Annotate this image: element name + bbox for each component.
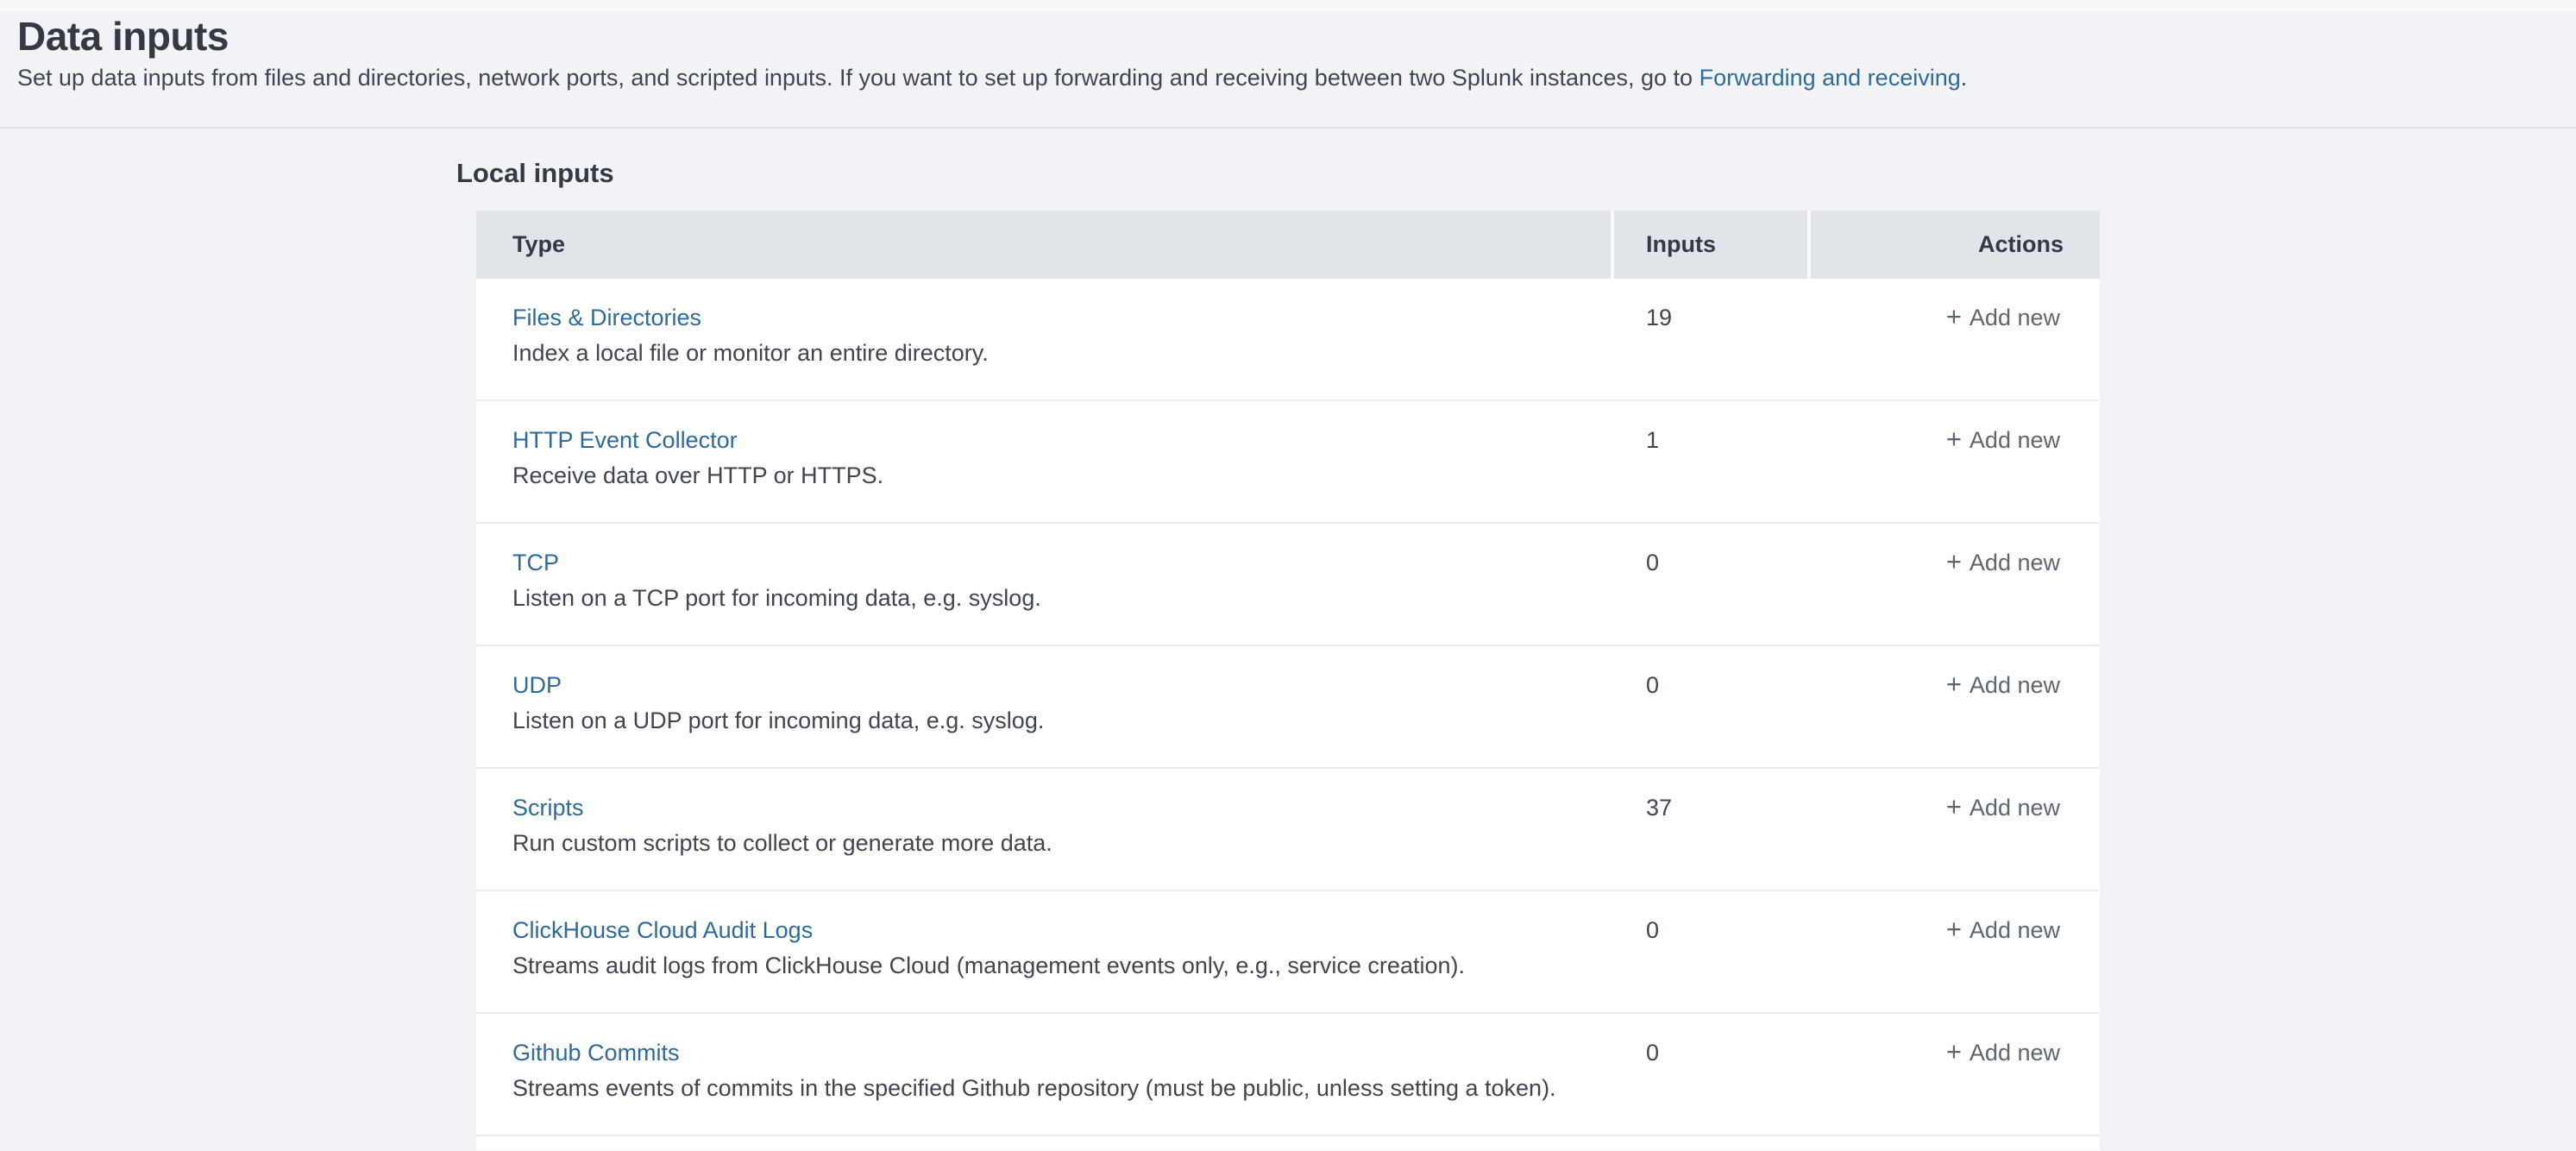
input-count: 0: [1614, 646, 1807, 767]
input-type-description: Index a local file or monitor an entire …: [512, 341, 1614, 365]
top-strip: [0, 0, 2576, 10]
table-row: Files & Directories Index a local file o…: [476, 279, 2100, 401]
table-row: ClickHouse Cloud Audit Logs Streams audi…: [476, 891, 2100, 1014]
plus-icon: +: [1946, 670, 1962, 698]
add-new-label: Add new: [1970, 1040, 2060, 1066]
page-subtitle: Set up data inputs from files and direct…: [17, 64, 2576, 91]
add-new-link[interactable]: + Add new: [1946, 427, 2060, 453]
content-area: Local inputs Type Inputs Actions Files &…: [0, 158, 2576, 1150]
plus-icon: +: [1946, 425, 1962, 453]
table-row: Github Commits Streams events of commits…: [476, 1014, 2100, 1136]
plus-icon: +: [1946, 915, 1962, 943]
table-row: UDP Listen on a UDP port for incoming da…: [476, 646, 2100, 769]
subtitle-text: Set up data inputs from files and direct…: [17, 65, 1700, 91]
input-count: 0: [1614, 891, 1807, 1012]
table-row: TCP Listen on a TCP port for incoming da…: [476, 524, 2100, 646]
page-header: Data inputs Set up data inputs from file…: [0, 16, 2576, 129]
add-new-label: Add new: [1970, 305, 2060, 330]
plus-icon: +: [1946, 548, 1962, 576]
input-type-description: Listen on a UDP port for incoming data, …: [512, 708, 1614, 733]
input-count: 19: [1614, 279, 1807, 399]
add-new-link[interactable]: + Add new: [1946, 305, 2060, 330]
type-cell: HTTP Event Collector Receive data over H…: [476, 401, 1614, 522]
input-type-link[interactable]: HTTP Event Collector: [512, 428, 738, 452]
actions-cell: + Add new: [1807, 401, 2096, 522]
input-type-link[interactable]: Github Commits: [512, 1041, 680, 1065]
add-new-label: Add new: [1970, 427, 2060, 453]
table-header-row: Type Inputs Actions: [476, 211, 2100, 279]
add-new-label: Add new: [1970, 795, 2060, 821]
input-type-description: Streams events of commits in the specifi…: [512, 1076, 1614, 1100]
partial-next-row: [476, 1136, 2100, 1150]
add-new-link[interactable]: + Add new: [1946, 917, 2060, 943]
actions-cell: + Add new: [1807, 646, 2096, 767]
type-cell: ClickHouse Cloud Audit Logs Streams audi…: [476, 891, 1614, 1012]
page-title: Data inputs: [17, 16, 2576, 57]
input-type-link[interactable]: ClickHouse Cloud Audit Logs: [512, 918, 813, 942]
input-type-link[interactable]: Files & Directories: [512, 305, 701, 330]
add-new-label: Add new: [1970, 917, 2060, 943]
column-header-inputs[interactable]: Inputs: [1614, 211, 1807, 279]
local-inputs-table: Type Inputs Actions Files & Directories …: [476, 211, 2100, 1150]
table-row: HTTP Event Collector Receive data over H…: [476, 401, 2100, 524]
input-type-link[interactable]: TCP: [512, 550, 559, 575]
column-header-type[interactable]: Type: [476, 211, 1611, 279]
forwarding-and-receiving-link[interactable]: Forwarding and receiving: [1700, 65, 1961, 91]
actions-cell: + Add new: [1807, 279, 2096, 399]
table-body: Files & Directories Index a local file o…: [476, 279, 2100, 1136]
type-cell: Github Commits Streams events of commits…: [476, 1014, 1614, 1135]
actions-cell: + Add new: [1807, 524, 2096, 645]
input-count: 0: [1614, 1014, 1807, 1135]
actions-cell: + Add new: [1807, 891, 2096, 1012]
section-heading-local-inputs: Local inputs: [456, 158, 2576, 189]
type-cell: Files & Directories Index a local file o…: [476, 279, 1614, 399]
type-cell: Scripts Run custom scripts to collect or…: [476, 769, 1614, 890]
table-row: Scripts Run custom scripts to collect or…: [476, 769, 2100, 891]
input-type-description: Streams audit logs from ClickHouse Cloud…: [512, 953, 1614, 978]
plus-icon: +: [1946, 303, 1962, 330]
actions-cell: + Add new: [1807, 769, 2096, 890]
add-new-link[interactable]: + Add new: [1946, 795, 2060, 821]
add-new-link[interactable]: + Add new: [1946, 672, 2060, 698]
input-count: 1: [1614, 401, 1807, 522]
input-type-description: Run custom scripts to collect or generat…: [512, 831, 1614, 855]
input-type-link[interactable]: UDP: [512, 673, 562, 697]
plus-icon: +: [1946, 793, 1962, 821]
input-type-description: Receive data over HTTP or HTTPS.: [512, 463, 1614, 487]
add-new-link[interactable]: + Add new: [1946, 1040, 2060, 1066]
input-type-link[interactable]: Scripts: [512, 796, 584, 820]
input-count: 0: [1614, 524, 1807, 645]
column-header-actions: Actions: [1811, 211, 2100, 279]
input-count: 37: [1614, 769, 1807, 890]
add-new-link[interactable]: + Add new: [1946, 550, 2060, 576]
add-new-label: Add new: [1970, 550, 2060, 576]
input-type-description: Listen on a TCP port for incoming data, …: [512, 586, 1614, 610]
subtitle-period: .: [1961, 65, 1968, 91]
type-cell: UDP Listen on a UDP port for incoming da…: [476, 646, 1614, 767]
plus-icon: +: [1946, 1038, 1962, 1066]
add-new-label: Add new: [1970, 672, 2060, 698]
type-cell: TCP Listen on a TCP port for incoming da…: [476, 524, 1614, 645]
actions-cell: + Add new: [1807, 1014, 2096, 1135]
